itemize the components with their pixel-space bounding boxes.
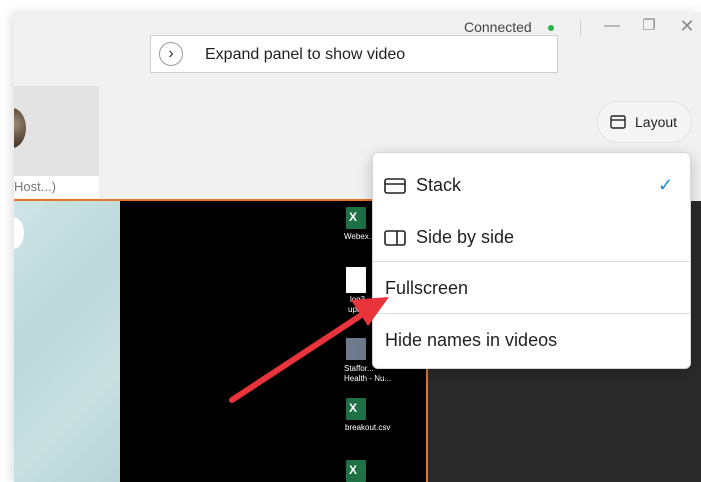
annotation-arrow	[229, 297, 389, 403]
